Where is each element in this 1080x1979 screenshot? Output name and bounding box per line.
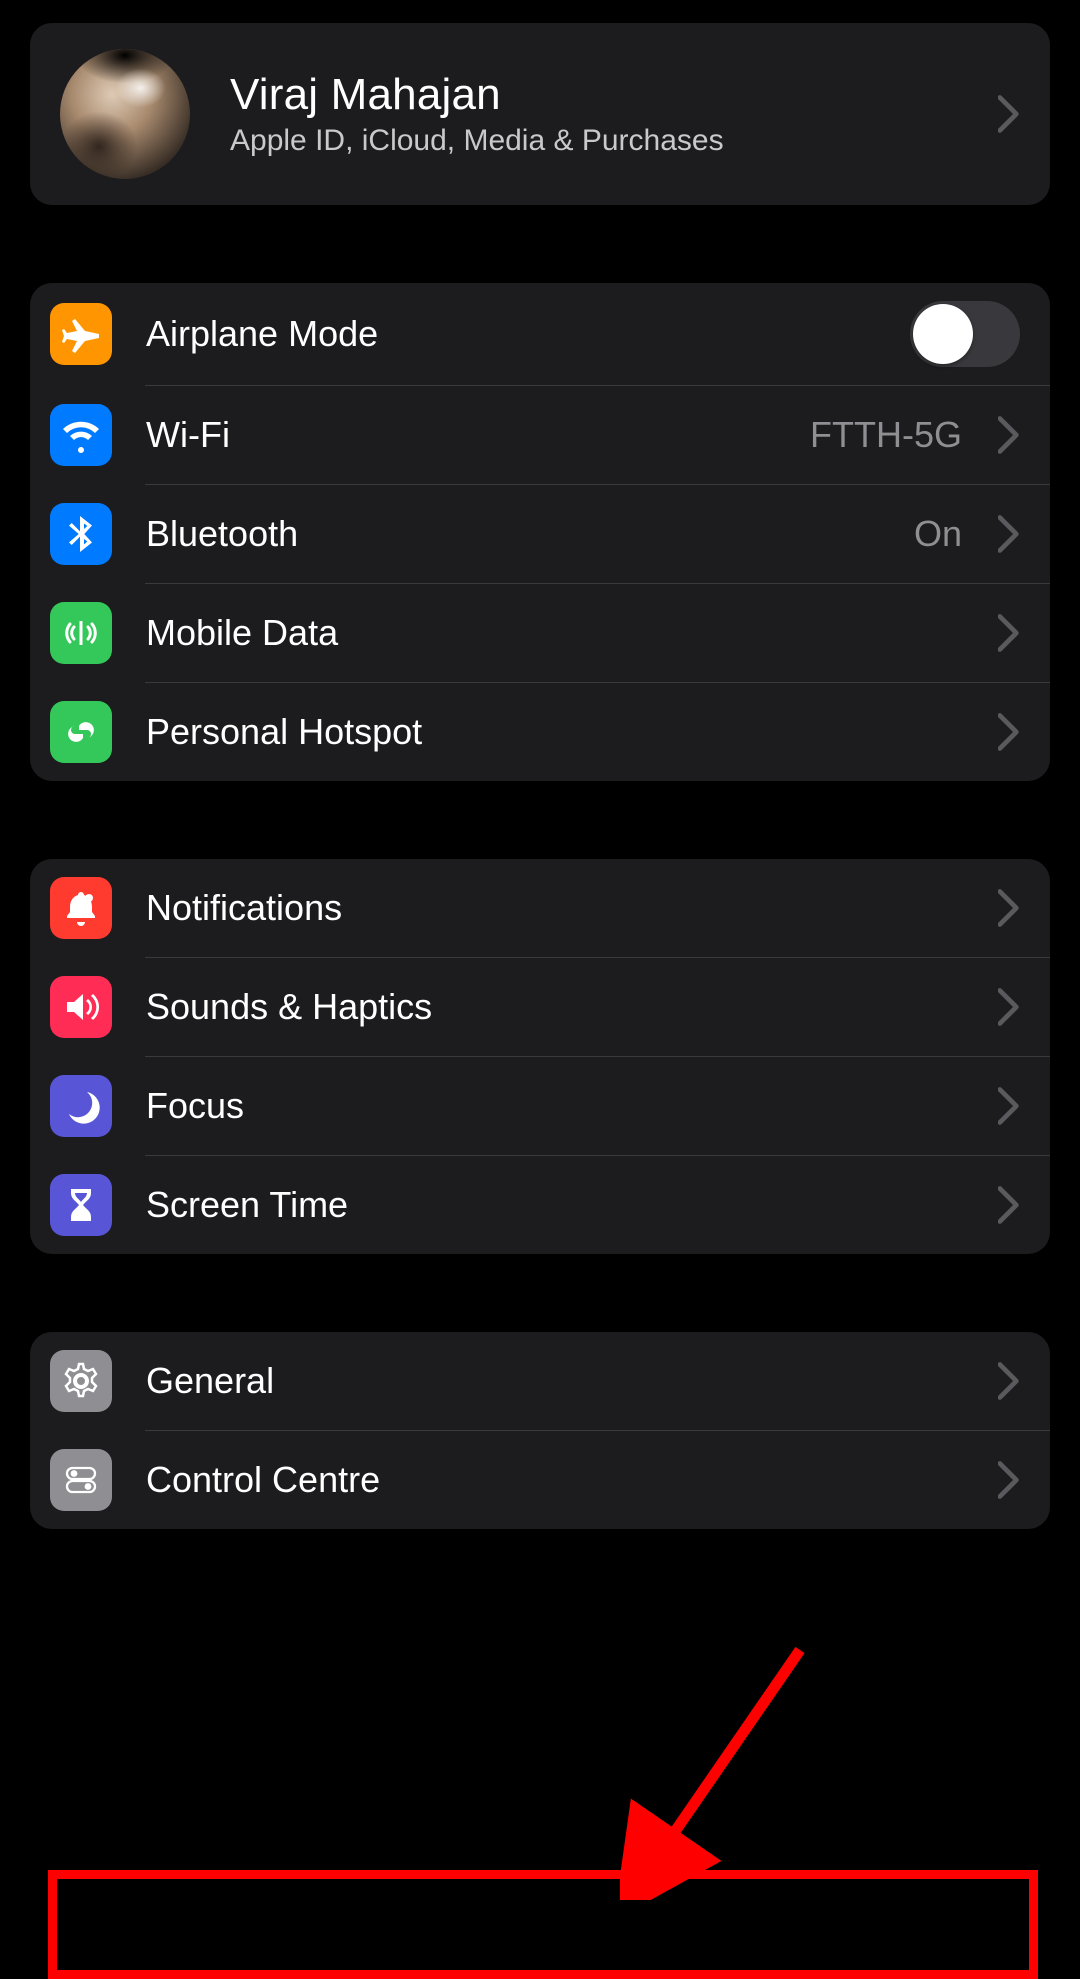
focus-row[interactable]: Focus [30, 1057, 1050, 1155]
chevron-right-icon [998, 1087, 1020, 1125]
chevron-right-icon [998, 416, 1020, 454]
airplane-icon [50, 303, 112, 365]
annotation-highlight [48, 1870, 1038, 1979]
control-centre-label: Control Centre [146, 1459, 982, 1501]
wifi-icon [50, 404, 112, 466]
annotation-arrow [620, 1640, 840, 1900]
hotspot-label: Personal Hotspot [146, 711, 982, 753]
notifications-label: Notifications [146, 887, 982, 929]
avatar [60, 49, 190, 179]
general-label: General [146, 1360, 982, 1402]
profile-row[interactable]: Viraj Mahajan Apple ID, iCloud, Media & … [30, 23, 1050, 205]
sounds-icon [50, 976, 112, 1038]
sounds-row[interactable]: Sounds & Haptics [30, 958, 1050, 1056]
mobile-data-row[interactable]: Mobile Data [30, 584, 1050, 682]
bluetooth-value: On [914, 513, 962, 555]
chevron-right-icon [998, 988, 1020, 1026]
chevron-right-icon [998, 1186, 1020, 1224]
control-centre-icon [50, 1449, 112, 1511]
notifications-row[interactable]: Notifications [30, 859, 1050, 957]
sounds-label: Sounds & Haptics [146, 986, 982, 1028]
hotspot-row[interactable]: Personal Hotspot [30, 683, 1050, 781]
alerts-section: Notifications Sounds & Haptics Focus Scr… [30, 859, 1050, 1254]
notifications-icon [50, 877, 112, 939]
mobile-data-icon [50, 602, 112, 664]
wifi-row[interactable]: Wi-Fi FTTH-5G [30, 386, 1050, 484]
wifi-value: FTTH-5G [810, 414, 962, 456]
bluetooth-row[interactable]: Bluetooth On [30, 485, 1050, 583]
screen-time-row[interactable]: Screen Time [30, 1156, 1050, 1254]
chevron-right-icon [998, 1461, 1020, 1499]
chevron-right-icon [998, 515, 1020, 553]
control-centre-row[interactable]: Control Centre [30, 1431, 1050, 1529]
focus-icon [50, 1075, 112, 1137]
hotspot-icon [50, 701, 112, 763]
airplane-toggle[interactable] [910, 301, 1020, 367]
general-row[interactable]: General [30, 1332, 1050, 1430]
airplane-label: Airplane Mode [146, 313, 910, 355]
mobile-data-label: Mobile Data [146, 612, 982, 654]
bluetooth-label: Bluetooth [146, 513, 914, 555]
screen-time-icon [50, 1174, 112, 1236]
profile-section: Viraj Mahajan Apple ID, iCloud, Media & … [30, 23, 1050, 205]
wifi-label: Wi-Fi [146, 414, 810, 456]
chevron-right-icon [998, 614, 1020, 652]
system-section: General Control Centre [30, 1332, 1050, 1529]
chevron-right-icon [998, 889, 1020, 927]
chevron-right-icon [998, 95, 1020, 133]
screen-time-label: Screen Time [146, 1184, 982, 1226]
airplane-mode-row[interactable]: Airplane Mode [30, 283, 1050, 385]
general-icon [50, 1350, 112, 1412]
focus-label: Focus [146, 1085, 982, 1127]
profile-subtitle: Apple ID, iCloud, Media & Purchases [230, 124, 982, 158]
profile-text: Viraj Mahajan Apple ID, iCloud, Media & … [230, 70, 982, 159]
chevron-right-icon [998, 713, 1020, 751]
bluetooth-icon [50, 503, 112, 565]
profile-name: Viraj Mahajan [230, 70, 982, 121]
switch-knob [913, 304, 973, 364]
connectivity-section: Airplane Mode Wi-Fi FTTH-5G Bluetooth On… [30, 283, 1050, 781]
chevron-right-icon [998, 1362, 1020, 1400]
